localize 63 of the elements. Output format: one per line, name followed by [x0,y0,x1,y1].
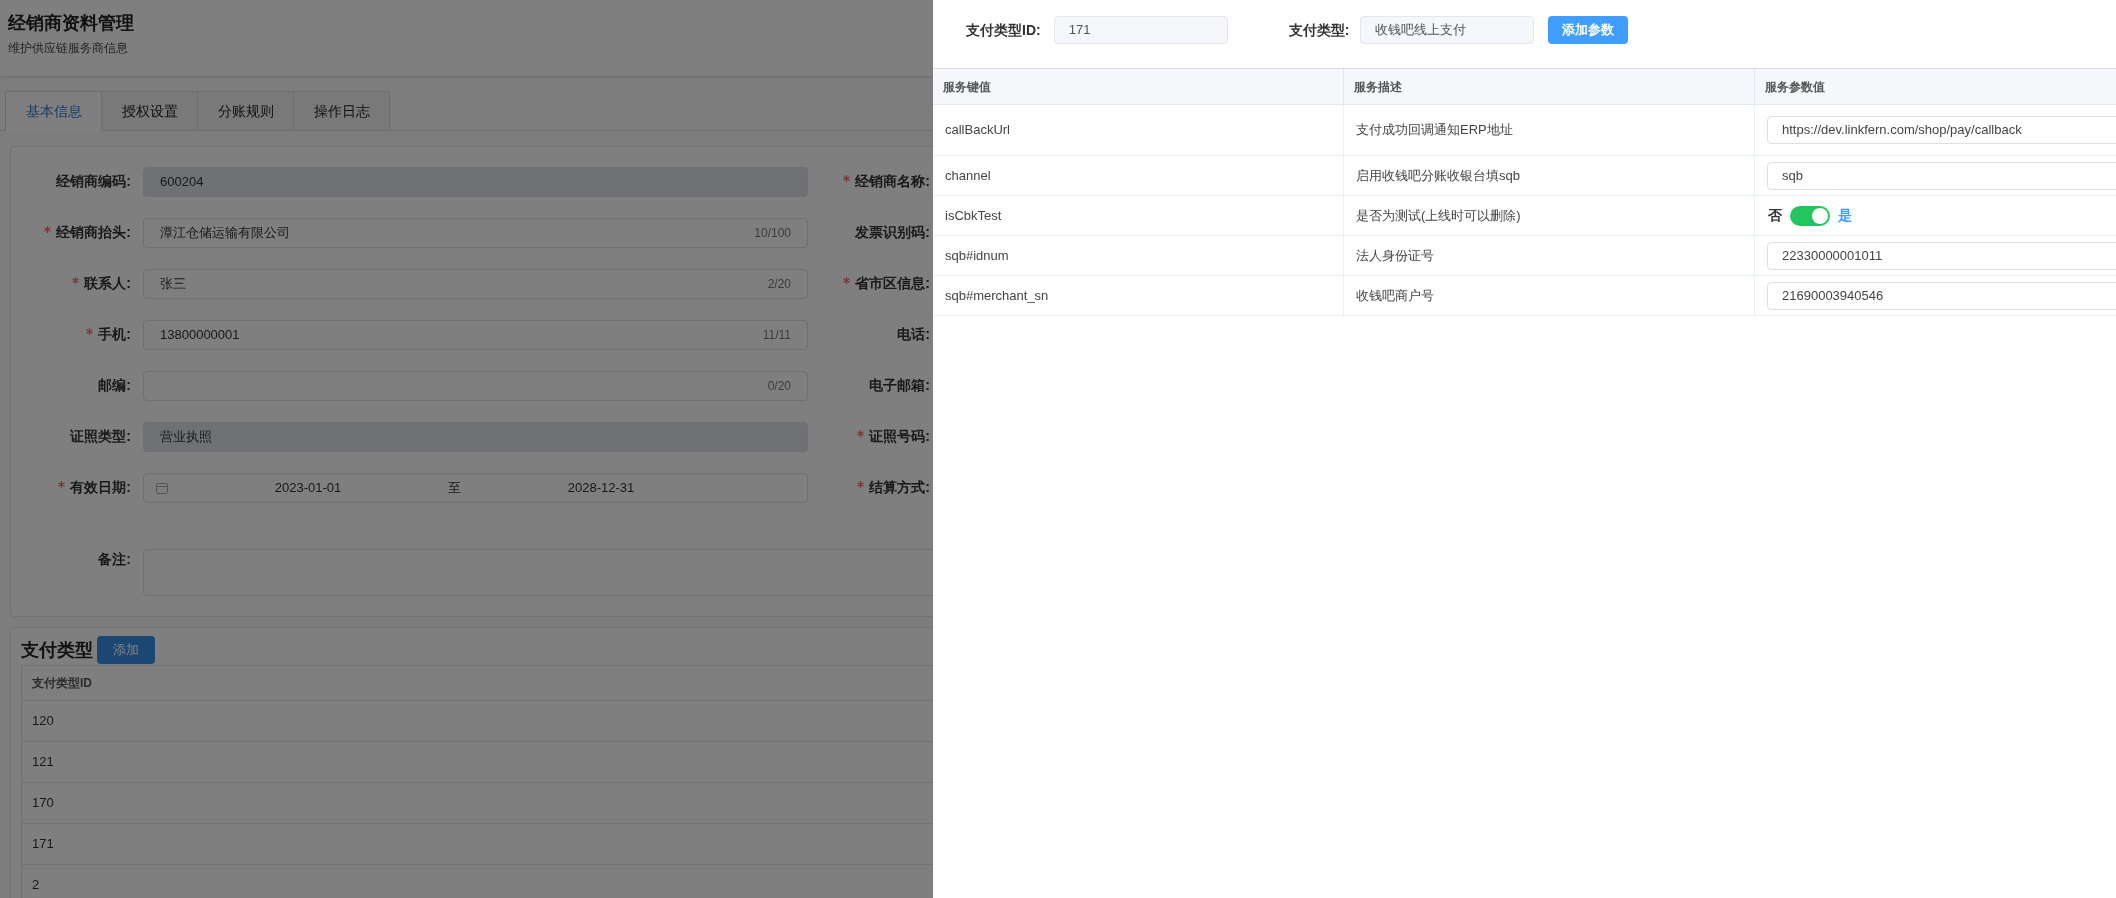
field-label: 经销商编码: [56,172,131,191]
calendar-icon [156,481,168,494]
table-cell-text: 法人身份证号 [1356,246,1434,265]
field-label: 经销商名称: [855,172,930,191]
tab[interactable]: 基本信息 [5,91,102,131]
type-id-field[interactable]: 171 [1053,16,1228,44]
field-label: 证照号码: [869,427,930,446]
table-cell-text: 121 [32,753,54,772]
column-header: 服务描述 [1354,78,1402,96]
parameter-value-field[interactable]: 21690003940546 [1767,281,2116,310]
text-field[interactable]: 营业执照 [143,421,808,452]
section-title: 支付类型 [21,638,93,662]
field-label: 发票识别码: [855,223,930,242]
table-cell-text: 收钱吧商户号 [1356,286,1434,305]
text-field[interactable]: 潭江仓储运输有限公司 10/100 [143,217,808,248]
page-subtitle: 维护供应链服务商信息 [8,40,129,57]
table-cell-text: 171 [32,835,54,854]
table-cell-text: 170 [32,794,54,813]
tab[interactable]: 操作日志 [293,91,390,131]
parameter-value-field[interactable]: https://dev.linkfern.com/shop/pay/callback [1767,116,2116,144]
table-cell-text: 启用收钱吧分账收银台填sqb [1356,166,1520,185]
text-field[interactable]: 13800000001 11/11 [143,319,808,350]
field-label: 电话: [897,325,930,344]
toggle-switch[interactable] [1790,205,1830,226]
text-field[interactable]: 600204 [143,166,808,197]
field-label: 支付类型: [1288,20,1350,40]
table-cell-text: callBackUrl [945,121,1010,140]
tab[interactable]: 授权设置 [101,91,198,131]
field-label: 证照类型: [70,427,131,446]
column-header: 服务参数值 [1765,78,1825,96]
field-label: 手机: [98,325,131,344]
tab[interactable]: 分账规则 [197,91,294,131]
date-range-field[interactable]: 2023-01-01 至 2028-12-31 [143,472,808,503]
notes-field[interactable] [143,549,933,596]
table-cell-text: channel [945,166,991,185]
field-label: 结算方式: [869,478,930,497]
add-button[interactable]: 添加 [97,636,155,664]
parameter-value-field[interactable]: 22330000001011 [1767,241,2116,270]
switch-on-label: 是 [1838,206,1852,225]
field-label: 联系人: [84,274,131,293]
table-cell-text: 2 [32,876,40,895]
text-field[interactable]: 张三 2/20 [143,268,808,299]
page-title: 经销商资料管理 [8,12,135,35]
parameter-value-field[interactable]: sqb [1767,161,2116,190]
table-cell-text: 支付成功回调通知ERP地址 [1356,121,1513,140]
field-label: 省市区信息: [855,274,930,293]
table-cell-text: isCbkTest [945,206,1002,225]
table-cell-text: sqb#idnum [945,246,1009,265]
column-header: 服务键值 [943,78,991,96]
field-label: 邮编: [98,376,131,395]
column-header: 支付类型ID [32,675,92,692]
switch-off-label: 否 [1768,206,1782,225]
table-cell-text: 是否为测试(上线时可以删除) [1356,206,1521,225]
field-label: 有效日期: [70,478,131,497]
table-cell-text: sqb#merchant_sn [945,286,1049,305]
field-label: 支付类型ID: [966,20,1041,40]
payment-type-field[interactable]: 收钱吧线上支付 [1360,16,1535,44]
field-label: 经销商抬头: [56,223,131,242]
add-parameter-button[interactable]: 添加参数 [1548,16,1629,44]
table-cell-text: 120 [32,712,54,731]
text-field[interactable]: 0/20 [143,370,808,401]
field-label: 电子邮箱: [869,376,930,395]
field-label: 备注: [98,550,131,569]
